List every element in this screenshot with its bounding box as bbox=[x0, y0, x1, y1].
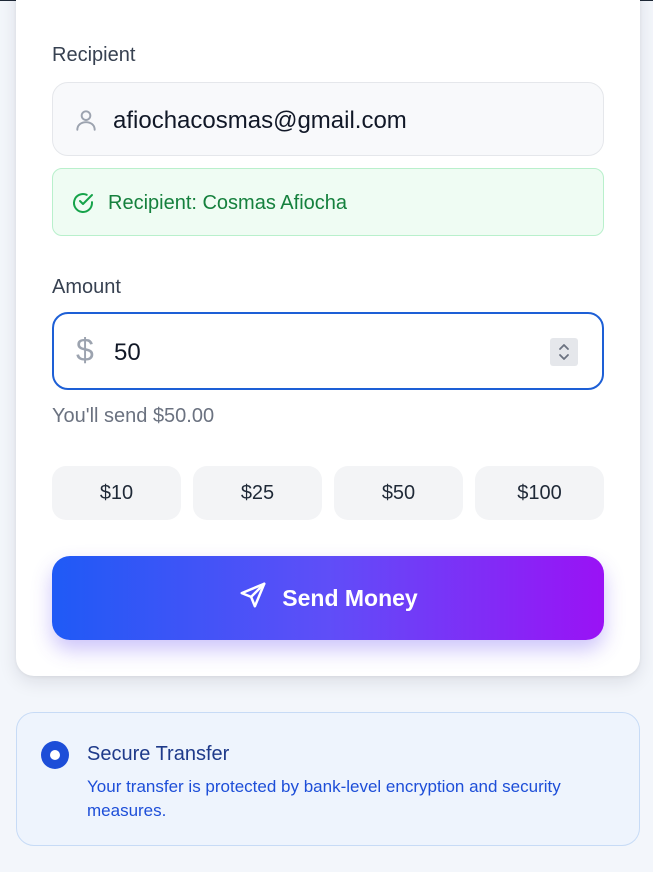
quick-amount-25[interactable]: $25 bbox=[193, 466, 322, 520]
send-money-label: Send Money bbox=[282, 584, 418, 611]
amount-stepper[interactable] bbox=[550, 338, 578, 366]
amount-input[interactable]: $ 50 bbox=[52, 312, 604, 390]
secure-transfer-title: Secure Transfer bbox=[87, 743, 230, 765]
quick-amount-100[interactable]: $100 bbox=[475, 466, 604, 520]
recipient-email-field[interactable]: afiochacosmas@gmail.com bbox=[52, 82, 604, 156]
stepper-chevrons-icon[interactable] bbox=[557, 341, 571, 363]
recipient-verified-text: Recipient: Cosmas Afiocha bbox=[108, 192, 348, 214]
secure-indicator-icon bbox=[41, 741, 69, 769]
amount-summary: You'll send $50.00 bbox=[52, 405, 215, 427]
amount-value[interactable]: 50 bbox=[114, 339, 141, 367]
check-circle-icon bbox=[71, 191, 95, 220]
transfer-page: Recipient afiochacosmas@gmail.com Recipi… bbox=[0, 0, 653, 872]
paper-plane-icon bbox=[238, 580, 268, 616]
send-money-button[interactable]: Send Money bbox=[52, 556, 604, 640]
amount-label: Amount bbox=[52, 276, 121, 298]
recipient-label: Recipient bbox=[52, 44, 136, 66]
recipient-verified-banner: Recipient: Cosmas Afiocha bbox=[52, 168, 604, 236]
dollar-icon: $ bbox=[76, 332, 94, 368]
quick-amount-50[interactable]: $50 bbox=[334, 466, 463, 520]
recipient-email-value[interactable]: afiochacosmas@gmail.com bbox=[113, 107, 407, 135]
user-icon bbox=[73, 107, 99, 138]
secure-transfer-notice: Secure Transfer Your transfer is protect… bbox=[16, 712, 640, 846]
secure-transfer-description: Your transfer is protected by bank-level… bbox=[87, 777, 561, 820]
quick-amount-10[interactable]: $10 bbox=[52, 466, 181, 520]
